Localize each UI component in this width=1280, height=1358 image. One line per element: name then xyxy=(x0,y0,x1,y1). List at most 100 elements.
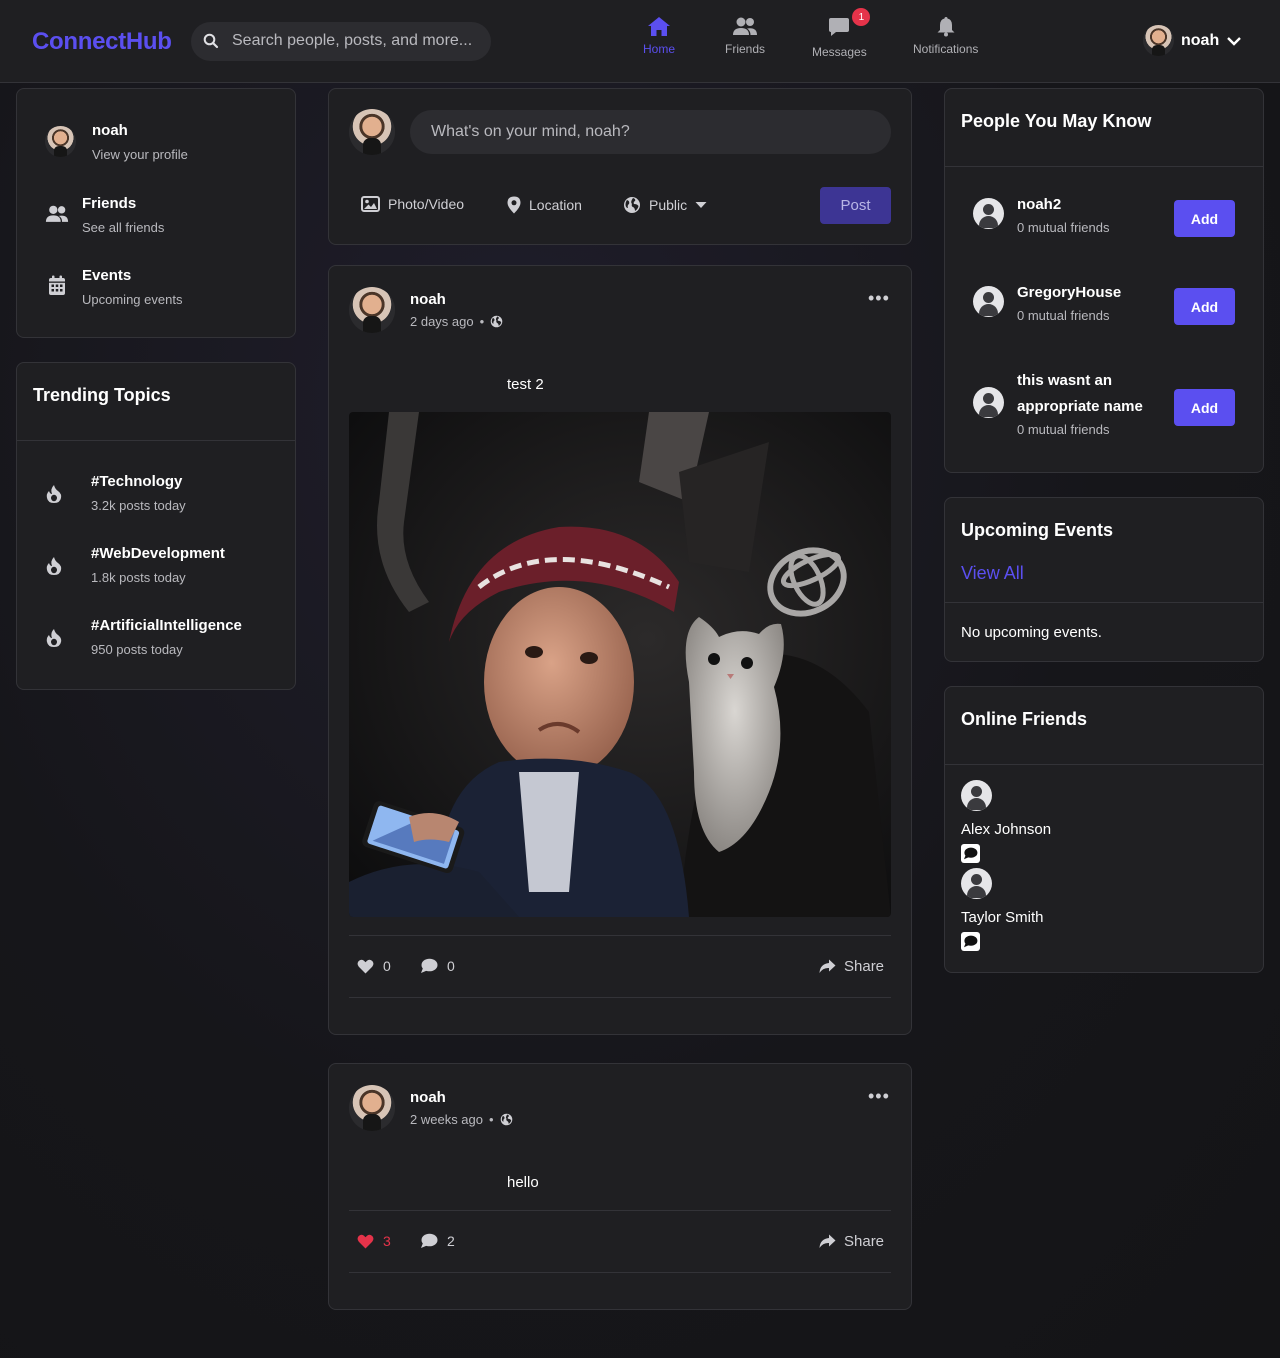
online-friend-name: Alex Johnson xyxy=(961,821,1052,838)
sidebar-item-friends[interactable]: Friends See all friends xyxy=(45,195,164,235)
events-title: Upcoming Events xyxy=(961,520,1114,540)
post-time: 2 weeks ago xyxy=(410,1112,483,1127)
add-friend-button[interactable]: Add xyxy=(1174,288,1235,325)
trending-card: Trending Topics #Technology 3.2k posts t… xyxy=(16,362,296,690)
composer-input[interactable] xyxy=(410,110,891,154)
nav-messages-label: Messages xyxy=(812,45,867,59)
suggestion-name[interactable]: this wasnt an appropriate name xyxy=(1017,368,1167,420)
nav-home[interactable]: Home xyxy=(643,16,675,56)
friends-icon xyxy=(45,205,69,222)
avatar xyxy=(961,868,992,899)
view-all-events-link[interactable]: View All xyxy=(961,563,1024,584)
fire-icon xyxy=(46,557,62,575)
sidebar-profile-sub: View your profile xyxy=(92,147,188,162)
trending-item[interactable]: #WebDevelopment 1.8k posts today xyxy=(45,545,225,585)
trending-item[interactable]: #Technology 3.2k posts today xyxy=(45,473,186,513)
like-count: 3 xyxy=(383,1233,391,1249)
shortcuts-card: noah View your profile Friends See all f… xyxy=(16,88,296,338)
nav-notifications[interactable]: Notifications xyxy=(913,16,978,56)
location-button[interactable]: Location xyxy=(507,196,582,214)
pymk-title: People You May Know xyxy=(961,111,1152,131)
comment-icon xyxy=(421,958,438,973)
more-options-icon[interactable]: ••• xyxy=(868,1086,890,1107)
more-options-icon[interactable]: ••• xyxy=(868,288,890,309)
globe-icon xyxy=(624,197,640,213)
add-friend-button[interactable]: Add xyxy=(1174,200,1235,237)
trending-tag: #Technology xyxy=(91,473,183,490)
friends-icon xyxy=(733,17,757,35)
nav-home-label: Home xyxy=(643,42,676,56)
comment-count: 0 xyxy=(447,958,455,974)
post-button[interactable]: Post xyxy=(820,187,891,224)
avatar xyxy=(961,780,992,811)
sidebar-events-sub: Upcoming events xyxy=(82,292,183,307)
sidebar-item-profile[interactable]: noah View your profile xyxy=(45,122,188,162)
caret-down-icon xyxy=(695,202,707,208)
user-name: noah xyxy=(1181,31,1220,49)
online-friends-card: Online Friends Alex Johnson Taylor Smith xyxy=(944,686,1264,973)
user-menu[interactable]: noah xyxy=(1143,25,1242,56)
chat-icon[interactable] xyxy=(961,932,980,951)
online-friend-item[interactable]: Taylor Smith xyxy=(961,868,1044,926)
search-box[interactable] xyxy=(191,22,491,61)
upcoming-events-card: Upcoming Events View All No upcoming eve… xyxy=(944,497,1264,662)
comment-button[interactable]: 2 xyxy=(420,1233,455,1249)
chat-icon[interactable] xyxy=(961,844,980,863)
dot-separator: • xyxy=(489,1112,494,1127)
avatar xyxy=(1143,25,1174,56)
privacy-label: Public xyxy=(649,197,688,213)
share-button[interactable]: Share xyxy=(819,1233,884,1250)
nav-messages[interactable]: 1 Messages xyxy=(812,8,871,59)
avatar[interactable] xyxy=(349,1085,395,1131)
sidebar-friends-sub: See all friends xyxy=(82,220,165,235)
post-time: 2 days ago xyxy=(410,314,474,329)
nav-friends[interactable]: Friends xyxy=(725,16,765,56)
avatar[interactable] xyxy=(349,287,395,333)
divider xyxy=(349,1210,891,1211)
avatar xyxy=(349,109,395,155)
suggestion-mutual: 0 mutual friends xyxy=(1017,308,1110,323)
sidebar-events-title: Events xyxy=(82,267,132,284)
post-image[interactable] xyxy=(349,412,891,917)
people-you-may-know-card: People You May Know noah2 0 mutual frien… xyxy=(944,88,1264,473)
share-button[interactable]: Share xyxy=(819,958,884,975)
suggestion-item[interactable]: GregoryHouse 0 mutual friends xyxy=(973,280,1167,323)
messages-badge: 1 xyxy=(852,8,871,26)
post-author[interactable]: noah xyxy=(410,291,446,308)
trending-item[interactable]: #ArtificialIntelligence 950 posts today xyxy=(45,617,242,657)
add-friend-button[interactable]: Add xyxy=(1174,389,1235,426)
sidebar-item-events[interactable]: Events Upcoming events xyxy=(45,267,182,307)
photo-video-button[interactable]: Photo/Video xyxy=(361,196,464,212)
privacy-select[interactable]: Public xyxy=(623,196,707,214)
dot-separator: • xyxy=(479,314,485,329)
image-icon xyxy=(361,196,380,212)
online-friends-title: Online Friends xyxy=(961,709,1088,729)
search-input[interactable] xyxy=(232,30,482,52)
share-label: Share xyxy=(844,958,885,975)
calendar-icon xyxy=(49,275,65,295)
message-icon xyxy=(829,18,850,36)
avatar xyxy=(45,126,76,157)
comment-button[interactable]: 0 xyxy=(420,958,455,974)
online-friend-item[interactable]: Alex Johnson xyxy=(961,780,1051,838)
sidebar-profile-name: noah xyxy=(92,122,128,139)
post-author[interactable]: noah xyxy=(410,1089,446,1106)
suggestion-item[interactable]: this wasnt an appropriate name 0 mutual … xyxy=(973,368,1167,437)
divider xyxy=(17,440,295,441)
sidebar-friends-title: Friends xyxy=(82,195,137,212)
map-pin-icon xyxy=(507,196,521,214)
suggestion-name[interactable]: GregoryHouse xyxy=(1017,280,1167,306)
like-button[interactable]: 3 xyxy=(357,1233,391,1249)
app-logo[interactable]: ConnectHub xyxy=(32,28,172,56)
heart-icon xyxy=(357,1234,374,1248)
avatar xyxy=(973,387,1004,418)
post-text: hello xyxy=(507,1174,539,1191)
like-button[interactable]: 0 xyxy=(357,958,391,974)
composer-card: Photo/Video Location Public Post xyxy=(328,88,912,245)
heart-icon xyxy=(357,959,374,973)
nav-notifications-label: Notifications xyxy=(913,42,979,56)
home-icon xyxy=(648,17,670,36)
post-meta: 2 weeks ago • xyxy=(410,1112,513,1127)
suggestion-name[interactable]: noah2 xyxy=(1017,192,1167,218)
suggestion-item[interactable]: noah2 0 mutual friends xyxy=(973,192,1167,235)
